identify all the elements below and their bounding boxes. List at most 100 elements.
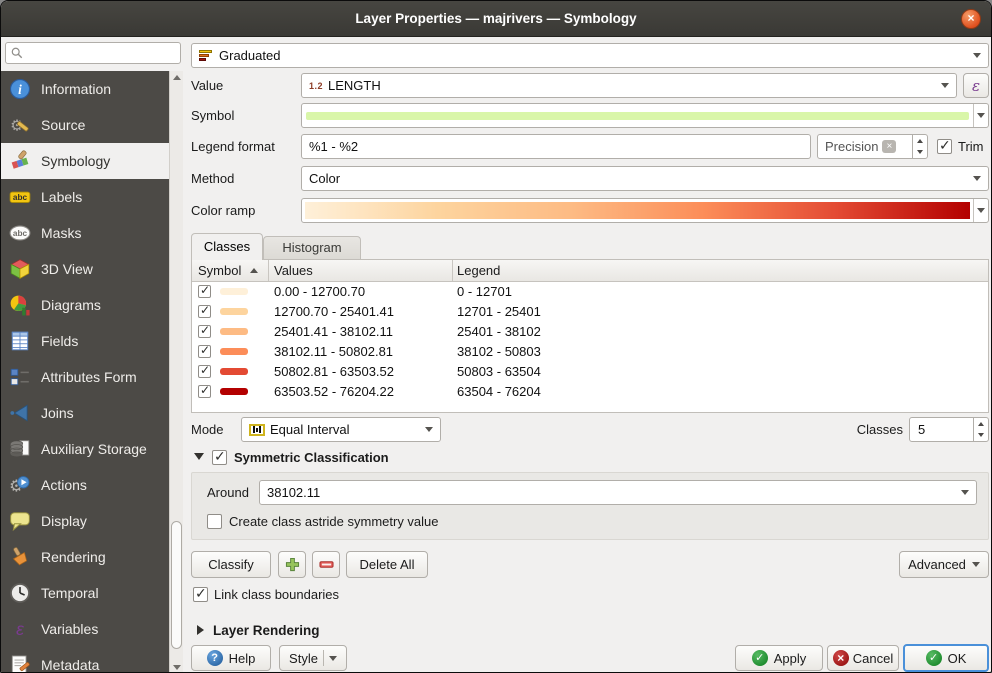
sidebar-search[interactable] bbox=[5, 42, 181, 64]
class-symbol-swatch[interactable] bbox=[220, 368, 248, 375]
advanced-button[interactable]: Advanced bbox=[899, 551, 989, 578]
class-values: 12700.70 - 25401.41 bbox=[274, 302, 394, 322]
link-boundaries-checkbox[interactable] bbox=[193, 587, 208, 602]
sidebar-item-label: Source bbox=[41, 117, 85, 133]
add-class-button[interactable] bbox=[278, 551, 306, 578]
renderer-type-combo[interactable]: Graduated bbox=[191, 43, 989, 68]
close-button[interactable] bbox=[961, 9, 981, 29]
titlebar[interactable]: Layer Properties — majrivers — Symbology bbox=[1, 1, 991, 37]
chevron-down-icon bbox=[329, 656, 337, 661]
information-icon: i bbox=[9, 78, 31, 100]
symbol-preview-button[interactable] bbox=[301, 103, 989, 128]
sidebar-item-label: Symbology bbox=[41, 153, 110, 169]
sidebar-item-label: Information bbox=[41, 81, 111, 97]
trim-checkbox[interactable] bbox=[937, 139, 952, 154]
sidebar-item-label: Auxiliary Storage bbox=[41, 441, 147, 457]
class-symbol-swatch[interactable] bbox=[220, 288, 248, 295]
table-row[interactable]: 38102.11 - 50802.8138102 - 50803 bbox=[192, 342, 988, 362]
sidebar-item-metadata[interactable]: Metadata bbox=[1, 647, 169, 673]
row-checkbox[interactable] bbox=[198, 325, 211, 338]
ok-button[interactable]: OK bbox=[903, 644, 989, 672]
sidebar-item-variables[interactable]: εVariables bbox=[1, 611, 169, 647]
tab-histogram[interactable]: Histogram bbox=[263, 236, 361, 259]
scroll-up-icon[interactable] bbox=[173, 75, 181, 80]
sidebar-item-fields[interactable]: Fields bbox=[1, 323, 169, 359]
tab-classes[interactable]: Classes bbox=[191, 233, 263, 260]
class-legend[interactable]: 38102 - 50803 bbox=[457, 342, 541, 362]
apply-button[interactable]: Apply bbox=[735, 645, 823, 671]
classes-spinner[interactable] bbox=[973, 418, 988, 441]
sidebar-item-masks[interactable]: abcMasks bbox=[1, 215, 169, 251]
sidebar-item-labels[interactable]: abcLabels bbox=[1, 179, 169, 215]
sidebar-item-rendering[interactable]: Rendering bbox=[1, 539, 169, 575]
rendering-icon bbox=[9, 546, 31, 568]
table-row[interactable]: 63503.52 - 76204.2263504 - 76204 bbox=[192, 382, 988, 402]
scroll-down-icon[interactable] bbox=[173, 665, 181, 670]
class-legend[interactable]: 25401 - 38102 bbox=[457, 322, 541, 342]
class-symbol-swatch[interactable] bbox=[220, 328, 248, 335]
help-button[interactable]: Help bbox=[191, 645, 271, 671]
class-symbol-swatch[interactable] bbox=[220, 348, 248, 355]
temporal-icon bbox=[9, 582, 31, 604]
link-boundaries-label: Link class boundaries bbox=[214, 582, 339, 607]
row-checkbox[interactable] bbox=[198, 345, 211, 358]
color-ramp-button[interactable] bbox=[301, 198, 989, 223]
chevron-down-icon bbox=[973, 176, 981, 181]
legend-format-input[interactable] bbox=[301, 134, 811, 159]
classes-table-header[interactable]: Symbol Values Legend bbox=[192, 260, 988, 282]
precision-clear-icon[interactable] bbox=[882, 140, 896, 153]
sidebar-item-joins[interactable]: Joins bbox=[1, 395, 169, 431]
symmetric-expander-icon[interactable] bbox=[194, 453, 204, 460]
layer-rendering-expander-icon[interactable] bbox=[197, 625, 204, 635]
classes-spinbox[interactable]: 5 bbox=[909, 417, 989, 442]
sidebar-item-3d-view[interactable]: 3D View bbox=[1, 251, 169, 287]
sidebar-item-information[interactable]: i Information bbox=[1, 71, 169, 107]
class-legend[interactable]: 50803 - 63504 bbox=[457, 362, 541, 382]
style-button[interactable]: Style bbox=[279, 645, 347, 671]
mode-combo[interactable]: Equal Interval bbox=[241, 417, 441, 442]
value-combo[interactable]: 1.2 LENGTH bbox=[301, 73, 957, 98]
around-combo[interactable]: 38102.11 bbox=[259, 480, 977, 505]
remove-class-button[interactable] bbox=[312, 551, 340, 578]
table-row[interactable]: 12700.70 - 25401.41 12701 - 25401 bbox=[192, 302, 988, 322]
sidebar-item-temporal[interactable]: Temporal bbox=[1, 575, 169, 611]
column-header-values[interactable]: Values bbox=[274, 260, 313, 281]
cancel-button[interactable]: Cancel bbox=[827, 645, 899, 671]
sidebar-item-auxiliary-storage[interactable]: Auxiliary Storage bbox=[1, 431, 169, 467]
column-header-symbol[interactable]: Symbol bbox=[198, 260, 241, 281]
sidebar-item-display[interactable]: Display bbox=[1, 503, 169, 539]
class-symbol-swatch[interactable] bbox=[220, 388, 248, 395]
search-input[interactable] bbox=[27, 46, 175, 60]
class-legend[interactable]: 63504 - 76204 bbox=[457, 382, 541, 402]
method-combo[interactable]: Color bbox=[301, 166, 989, 191]
expression-button[interactable]: ε bbox=[963, 73, 989, 98]
around-value: 38102.11 bbox=[267, 485, 320, 500]
sidebar-item-diagrams[interactable]: Diagrams bbox=[1, 287, 169, 323]
row-checkbox[interactable] bbox=[198, 385, 211, 398]
class-legend[interactable]: 0 - 12701 bbox=[457, 282, 512, 302]
sidebar-item-actions[interactable]: ⚙Actions bbox=[1, 467, 169, 503]
sidebar-scrollbar[interactable] bbox=[169, 71, 183, 673]
column-header-legend[interactable]: Legend bbox=[457, 260, 500, 281]
sidebar-item-source[interactable]: ⚙Source bbox=[1, 107, 169, 143]
precision-spinbox[interactable]: Precision bbox=[817, 134, 928, 159]
row-checkbox[interactable] bbox=[198, 305, 211, 318]
table-row[interactable]: 50802.81 - 63503.5250803 - 63504 bbox=[192, 362, 988, 382]
delete-all-button[interactable]: Delete All bbox=[346, 551, 428, 578]
scrollbar-thumb[interactable] bbox=[171, 521, 182, 649]
sidebar-item-symbology[interactable]: Symbology bbox=[1, 143, 169, 179]
class-legend[interactable]: 12701 - 25401 bbox=[457, 302, 541, 322]
symmetric-checkbox[interactable] bbox=[212, 450, 227, 465]
joins-icon bbox=[9, 402, 31, 424]
table-row[interactable]: 25401.41 - 38102.1125401 - 38102 bbox=[192, 322, 988, 342]
sidebar-item-label: Labels bbox=[41, 189, 82, 205]
classify-button[interactable]: Classify bbox=[191, 551, 271, 578]
astride-checkbox[interactable] bbox=[207, 514, 222, 529]
row-checkbox[interactable] bbox=[198, 365, 211, 378]
precision-spinner[interactable] bbox=[912, 135, 927, 158]
row-checkbox[interactable] bbox=[198, 285, 211, 298]
table-row[interactable]: 0.00 - 12700.700 - 12701 bbox=[192, 282, 988, 302]
auxiliary-storage-icon bbox=[9, 438, 31, 460]
class-symbol-swatch[interactable] bbox=[220, 308, 248, 315]
sidebar-item-attributes-form[interactable]: Attributes Form bbox=[1, 359, 169, 395]
